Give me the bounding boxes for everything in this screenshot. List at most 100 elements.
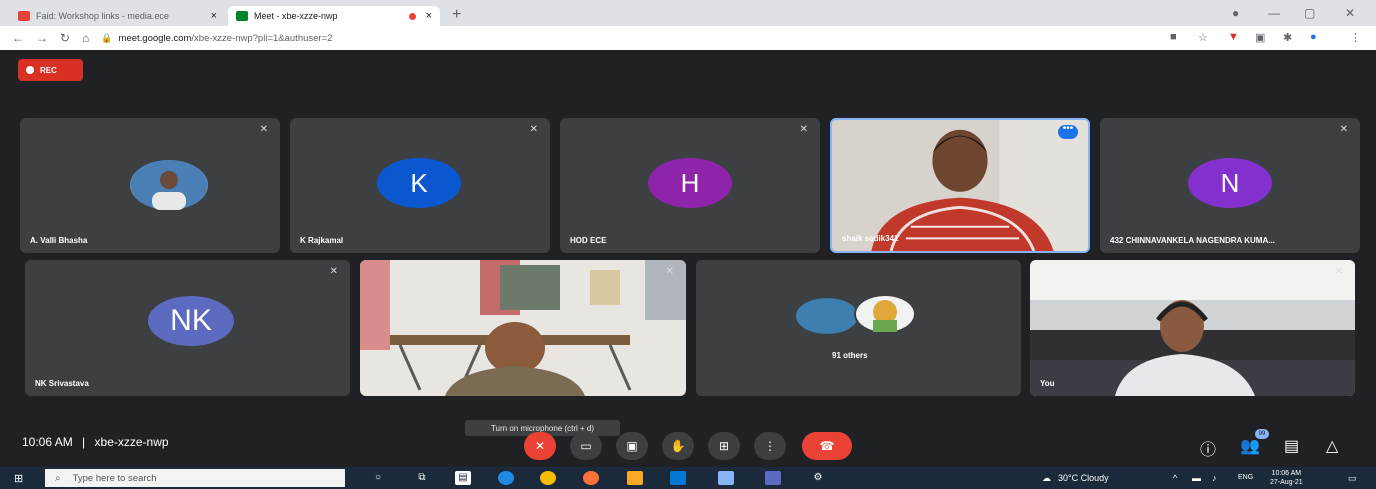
gmail-icon [18,11,30,21]
present-icon: ⊞ [718,439,730,453]
participant-tile[interactable]: ✕ A. Valli Bhasha [20,118,280,253]
profile-avatar-icon[interactable]: ● [1310,31,1317,43]
more-options-button[interactable]: ⋮ [754,432,786,460]
meeting-time: 10:06 AM [22,435,73,449]
extension-icon[interactable]: ▼ [1228,31,1239,43]
browser-tab-strip: Faid: Workshop links - media.ece × Meet … [0,0,1376,26]
participant-name: HOD ECE [370,379,407,388]
tab-meet[interactable]: Meet - xbe-xzze-nwp × [228,6,440,26]
battery-icon: ▬ [1192,473,1201,483]
kebab-icon: ⋮ [764,439,776,453]
windows-start-icon[interactable]: ⊞ [14,472,23,485]
more-options-icon[interactable]: ••• [1058,124,1078,139]
participant-video-feed [360,260,686,396]
self-video-feed [1030,260,1355,396]
participant-tile-video[interactable]: ✕ HOD ECE [360,260,686,396]
hang-up-icon: ☎ [819,439,835,453]
taskbar-clock[interactable]: 10:06 AM 27-Aug-21 [1270,469,1303,487]
new-tab-button[interactable]: + [452,6,461,24]
address-bar: ← → ↻ ⌂ 🔒 meet.google.com/xbe-xzze-nwp?p… [0,26,1376,50]
chrome-icon[interactable] [540,471,556,485]
cortana-icon[interactable]: ○ [370,471,386,485]
back-icon[interactable]: ← [12,31,24,45]
chat-icon[interactable]: ▤ [1284,436,1299,456]
participant-video-feed [832,120,1088,251]
file-explorer-icon[interactable] [627,471,643,485]
participant-name: A. Valli Bhasha [30,236,88,245]
task-view-icon[interactable]: ⧉ [414,471,430,485]
bookmark-star-icon[interactable]: ☆ [1198,31,1208,44]
participant-name: K Rajkamal [300,236,344,245]
recording-indicator-icon [408,12,416,20]
leave-call-button[interactable]: ☎ [802,432,852,460]
mic-off-icon: ✕ [665,266,674,277]
extension-icon[interactable]: ▣ [1255,31,1265,44]
home-icon[interactable]: ⌂ [82,31,89,45]
close-window-icon[interactable]: ✕ [1345,6,1355,20]
present-screen-button[interactable]: ⊞ [708,432,740,460]
raise-hand-button[interactable]: ✋ [662,432,694,460]
menu-kebab-icon[interactable]: ⋮ [1350,31,1361,44]
activities-icon[interactable]: △ [1326,436,1338,456]
self-name: You [1040,379,1055,388]
app-icon[interactable] [765,471,781,485]
camera-icon[interactable]: ■ [1170,31,1177,43]
taskbar-search-input[interactable]: ⌕ Type here to search [45,469,345,487]
edge-icon[interactable] [498,471,514,485]
lock-icon[interactable]: 🔒 [101,33,112,44]
search-icon: ⌕ [55,472,61,484]
captions-button[interactable]: ▣ [616,432,648,460]
tab-label: Faid: Workshop links - media.ece [36,11,169,21]
volume-icon[interactable]: ♪ [1212,473,1217,483]
settings-gear-icon[interactable]: ⚙ [810,471,826,485]
mic-off-icon: ✕ [529,124,538,135]
avatar: H [648,158,732,208]
language-indicator[interactable]: ENG [1238,474,1253,481]
others-tile[interactable]: 91 others [696,260,1021,396]
mail-icon[interactable] [670,471,686,485]
participant-tile[interactable]: ✕ K K Rajkamal [290,118,550,253]
url-field[interactable]: meet.google.com/xbe-xzze-nwp?pli=1&authu… [119,33,333,44]
mic-off-icon: ✕ [1334,266,1343,277]
profile-icon[interactable]: ● [1232,6,1239,20]
minimize-icon[interactable]: — [1268,6,1280,20]
tray-chevron-icon[interactable]: ^ [1173,473,1177,483]
profile-photo-icon [873,300,897,332]
camera-toggle-button[interactable]: ▭ [570,432,602,460]
firefox-icon[interactable] [583,471,599,485]
reload-icon[interactable]: ↻ [60,31,70,45]
weather-label[interactable]: 30°C Cloudy [1058,473,1109,483]
mic-off-icon: ✕ [799,124,808,135]
avatar: N [1188,158,1272,208]
participant-name: shaik sadik341 [842,234,899,243]
forward-icon[interactable]: → [36,31,48,45]
participant-tile[interactable]: ✕ NK NK Srivastava [25,260,350,396]
avatar: NK [148,296,234,346]
others-count: 91 others [832,351,868,360]
windows-taskbar: ⊞ ⌕ Type here to search ○ ⧉ ▤ ⚙ ☁ 30°C C… [0,467,1376,489]
mic-off-icon: ✕ [259,124,268,135]
notifications-icon[interactable]: ▭ [1348,473,1357,484]
recording-badge: REC [18,59,83,81]
participant-tile[interactable]: ✕ N 432 CHINNAVANKELA NAGENDRA KUMA... [1100,118,1360,253]
captions-icon: ▣ [626,439,638,453]
microphone-toggle-button[interactable]: ✕ [524,432,556,460]
store-icon[interactable]: ▤ [455,471,471,485]
close-tab-icon[interactable]: × [420,10,432,22]
self-tile-video[interactable]: ✕ You [1030,260,1355,396]
close-tab-icon[interactable]: × [205,10,217,22]
app-icon[interactable] [718,471,734,485]
extensions-puzzle-icon[interactable]: ✱ [1283,31,1292,44]
meeting-details: 10:06 AM | xbe-xzze-nwp [22,435,169,449]
tab-label: Meet - xbe-xzze-nwp [254,11,338,21]
participant-tile-video[interactable]: ••• shaik sadik341 [830,118,1090,253]
separator: | [82,435,86,449]
camera-icon: ▭ [580,439,592,453]
participant-tile[interactable]: ✕ H HOD ECE [560,118,820,253]
maximize-icon[interactable]: ▢ [1304,6,1315,20]
participant-name: 432 CHINNAVANKELA NAGENDRA KUMA... [1110,236,1275,245]
people-icon[interactable]: 👥 [1240,436,1260,456]
meeting-info-icon[interactable]: ⓘ [1200,436,1216,460]
tab-gmail[interactable]: Faid: Workshop links - media.ece × [10,6,225,26]
participants-count-badge: 99 [1255,429,1269,439]
